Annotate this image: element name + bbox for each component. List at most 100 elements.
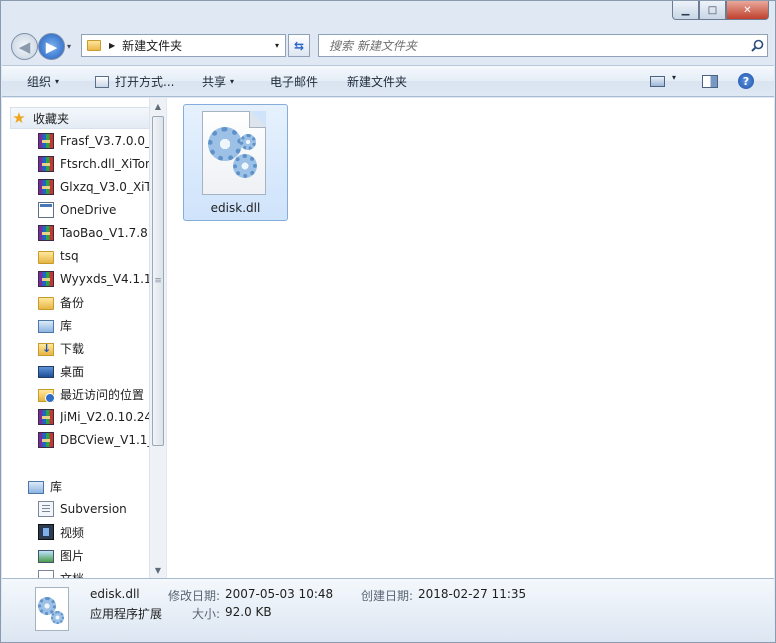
size-value: 92.0 KB xyxy=(225,605,272,619)
file-name: edisk.dll xyxy=(210,201,261,215)
share-button[interactable]: 共享 ▾ xyxy=(202,73,234,90)
preview-pane-button[interactable] xyxy=(700,72,720,90)
rar-archive-icon xyxy=(38,409,54,425)
breadcrumb-current-folder[interactable]: 新建文件夹 xyxy=(122,37,269,54)
email-button[interactable]: 电子邮件 xyxy=(270,73,318,90)
navigation-pane: ★ 收藏夹 Frasf_V3.7.0.0_X Ftsrch.dll_XiTon … xyxy=(2,98,166,578)
maximize-button[interactable]: □ xyxy=(699,1,726,20)
open-with-icon xyxy=(95,75,109,88)
sidebar-item-ftsrch[interactable]: Ftsrch.dll_XiTon xyxy=(38,153,153,175)
rar-archive-icon xyxy=(38,271,54,287)
sidebar-item-backup[interactable]: 备份 xyxy=(38,291,84,313)
close-button[interactable]: ✕ xyxy=(726,1,769,20)
views-icon xyxy=(649,75,665,87)
scrollbar-thumb[interactable]: ≡ xyxy=(152,116,164,446)
sidebar-item-label: DBCView_V1.1_ xyxy=(60,433,154,447)
refresh-button[interactable]: ⇆ xyxy=(288,34,310,57)
chevron-down-icon: ▾ xyxy=(672,73,677,82)
breadcrumb-separator-icon[interactable]: ▶ xyxy=(109,41,115,50)
sidebar-item-label: 库 xyxy=(60,318,73,333)
sidebar-item-wyyxds[interactable]: Wyyxds_V4.1.1. xyxy=(38,268,155,290)
sidebar-item-pictures[interactable]: 图片 xyxy=(38,544,84,566)
minimize-button[interactable]: ▁ xyxy=(672,1,699,20)
folder-icon xyxy=(87,40,101,51)
favorites-header[interactable]: ★ 收藏夹 xyxy=(10,107,158,129)
size-label: 大小: xyxy=(192,607,221,621)
rar-archive-icon xyxy=(38,133,54,149)
navigation-pane-scrollbar[interactable]: ▲ ≡ ▼ xyxy=(149,98,166,578)
rar-archive-icon xyxy=(38,225,54,241)
sidebar-item-dbcview[interactable]: DBCView_V1.1_ xyxy=(38,429,153,451)
sidebar-item-subversion[interactable]: Subversion xyxy=(38,498,127,520)
back-button[interactable]: ◀ xyxy=(11,33,38,60)
details-file-name: edisk.dll xyxy=(90,587,140,601)
star-icon: ★ xyxy=(12,109,26,127)
created-date-label: 创建日期: xyxy=(361,589,414,603)
sidebar-item-documents[interactable]: 文档 xyxy=(38,567,84,578)
video-icon xyxy=(38,524,54,540)
sidebar-item-label: 备份 xyxy=(60,295,85,310)
new-folder-label: 新建文件夹 xyxy=(347,75,408,89)
search-box[interactable] xyxy=(318,34,768,57)
sidebar-item-label: 图片 xyxy=(60,548,85,563)
sidebar-item-label: Glxzq_V3.0_XiTo xyxy=(60,180,158,194)
details-file-type: 应用程序扩展 xyxy=(90,607,163,621)
sidebar-item-taobao[interactable]: TaoBao_V1.7.8. xyxy=(38,222,152,244)
sidebar-item-glxzq[interactable]: Glxzq_V3.0_XiTo xyxy=(38,176,157,198)
rar-archive-icon xyxy=(38,179,54,195)
sidebar-item-onedrive[interactable]: OneDrive xyxy=(38,199,116,221)
sidebar-item-label: 视频 xyxy=(60,525,85,540)
library-icon xyxy=(28,480,44,494)
sidebar-item-label: Wyyxds_V4.1.1. xyxy=(60,272,156,286)
sidebar-item-label: Ftsrch.dll_XiTon xyxy=(60,157,153,171)
sidebar-item-library[interactable]: 库 xyxy=(38,314,72,336)
sidebar-item-videos[interactable]: 视频 xyxy=(38,521,84,543)
search-icon[interactable] xyxy=(747,39,767,52)
grip-icon: ≡ xyxy=(154,276,162,286)
sidebar-item-tsq[interactable]: tsq xyxy=(38,245,79,267)
favorites-label: 收藏夹 xyxy=(33,111,70,126)
address-bar[interactable]: ▶ 新建文件夹 ▾ xyxy=(81,34,286,57)
file-list[interactable]: edisk.dll xyxy=(167,98,774,578)
address-dropdown-icon[interactable]: ▾ xyxy=(269,41,285,50)
sidebar-item-label: 文档 xyxy=(60,570,84,579)
caption-buttons: ▁ □ ✕ xyxy=(672,1,769,21)
recent-places-icon xyxy=(38,388,55,403)
organize-button[interactable]: 组织 ▾ xyxy=(27,73,59,90)
forward-button[interactable]: ▶ xyxy=(38,33,65,60)
libraries-header[interactable]: 库 xyxy=(28,475,62,497)
new-folder-button[interactable]: 新建文件夹 xyxy=(347,73,407,90)
explorer-window: ▁ □ ✕ ◀ ▶ ▾ ▶ 新建文件夹 ▾ ⇆ 组织 ▾ 打开方式... xyxy=(0,0,776,643)
file-item[interactable]: edisk.dll xyxy=(183,104,288,221)
scroll-down-icon[interactable]: ▼ xyxy=(150,562,166,578)
rar-archive-icon xyxy=(38,156,54,172)
folder-icon xyxy=(38,250,54,264)
sidebar-item-jimi[interactable]: JiMi_V2.0.10.24_ xyxy=(38,406,158,428)
sidebar-item-label: 最近访问的位置 xyxy=(60,387,145,402)
scroll-up-icon[interactable]: ▲ xyxy=(150,98,166,114)
sidebar-item-label: Frasf_V3.7.0.0_X xyxy=(60,134,160,148)
open-with-button[interactable]: 打开方式... xyxy=(95,73,174,90)
command-bar: 组织 ▾ 打开方式... 共享 ▾ 电子邮件 新建文件夹 ▾ ? xyxy=(2,65,774,97)
sidebar-item-downloads[interactable]: 下载 xyxy=(38,337,84,359)
search-input[interactable] xyxy=(329,38,747,53)
sidebar-item-recent-places[interactable]: 最近访问的位置 xyxy=(38,383,144,405)
share-label: 共享 xyxy=(202,75,227,89)
sidebar-item-frasf[interactable]: Frasf_V3.7.0.0_X xyxy=(38,130,159,152)
dll-file-icon xyxy=(202,111,266,195)
help-button[interactable]: ? xyxy=(736,72,756,90)
modified-date-value: 2007-05-03 10:48 xyxy=(225,587,334,601)
view-options-dropdown[interactable]: ▾ xyxy=(672,73,676,82)
email-label: 电子邮件 xyxy=(270,75,319,89)
downloads-icon xyxy=(38,342,54,356)
recent-pages-dropdown[interactable]: ▾ xyxy=(67,42,71,51)
help-icon: ? xyxy=(738,73,754,89)
libraries-label: 库 xyxy=(50,479,63,494)
sidebar-item-desktop[interactable]: 桌面 xyxy=(38,360,84,382)
desktop-icon xyxy=(38,366,54,378)
sidebar-item-label: JiMi_V2.0.10.24_ xyxy=(60,410,159,424)
pictures-icon xyxy=(38,549,54,563)
organize-label: 组织 xyxy=(27,75,52,89)
chevron-down-icon: ▾ xyxy=(230,77,235,86)
change-view-button[interactable] xyxy=(647,72,667,90)
